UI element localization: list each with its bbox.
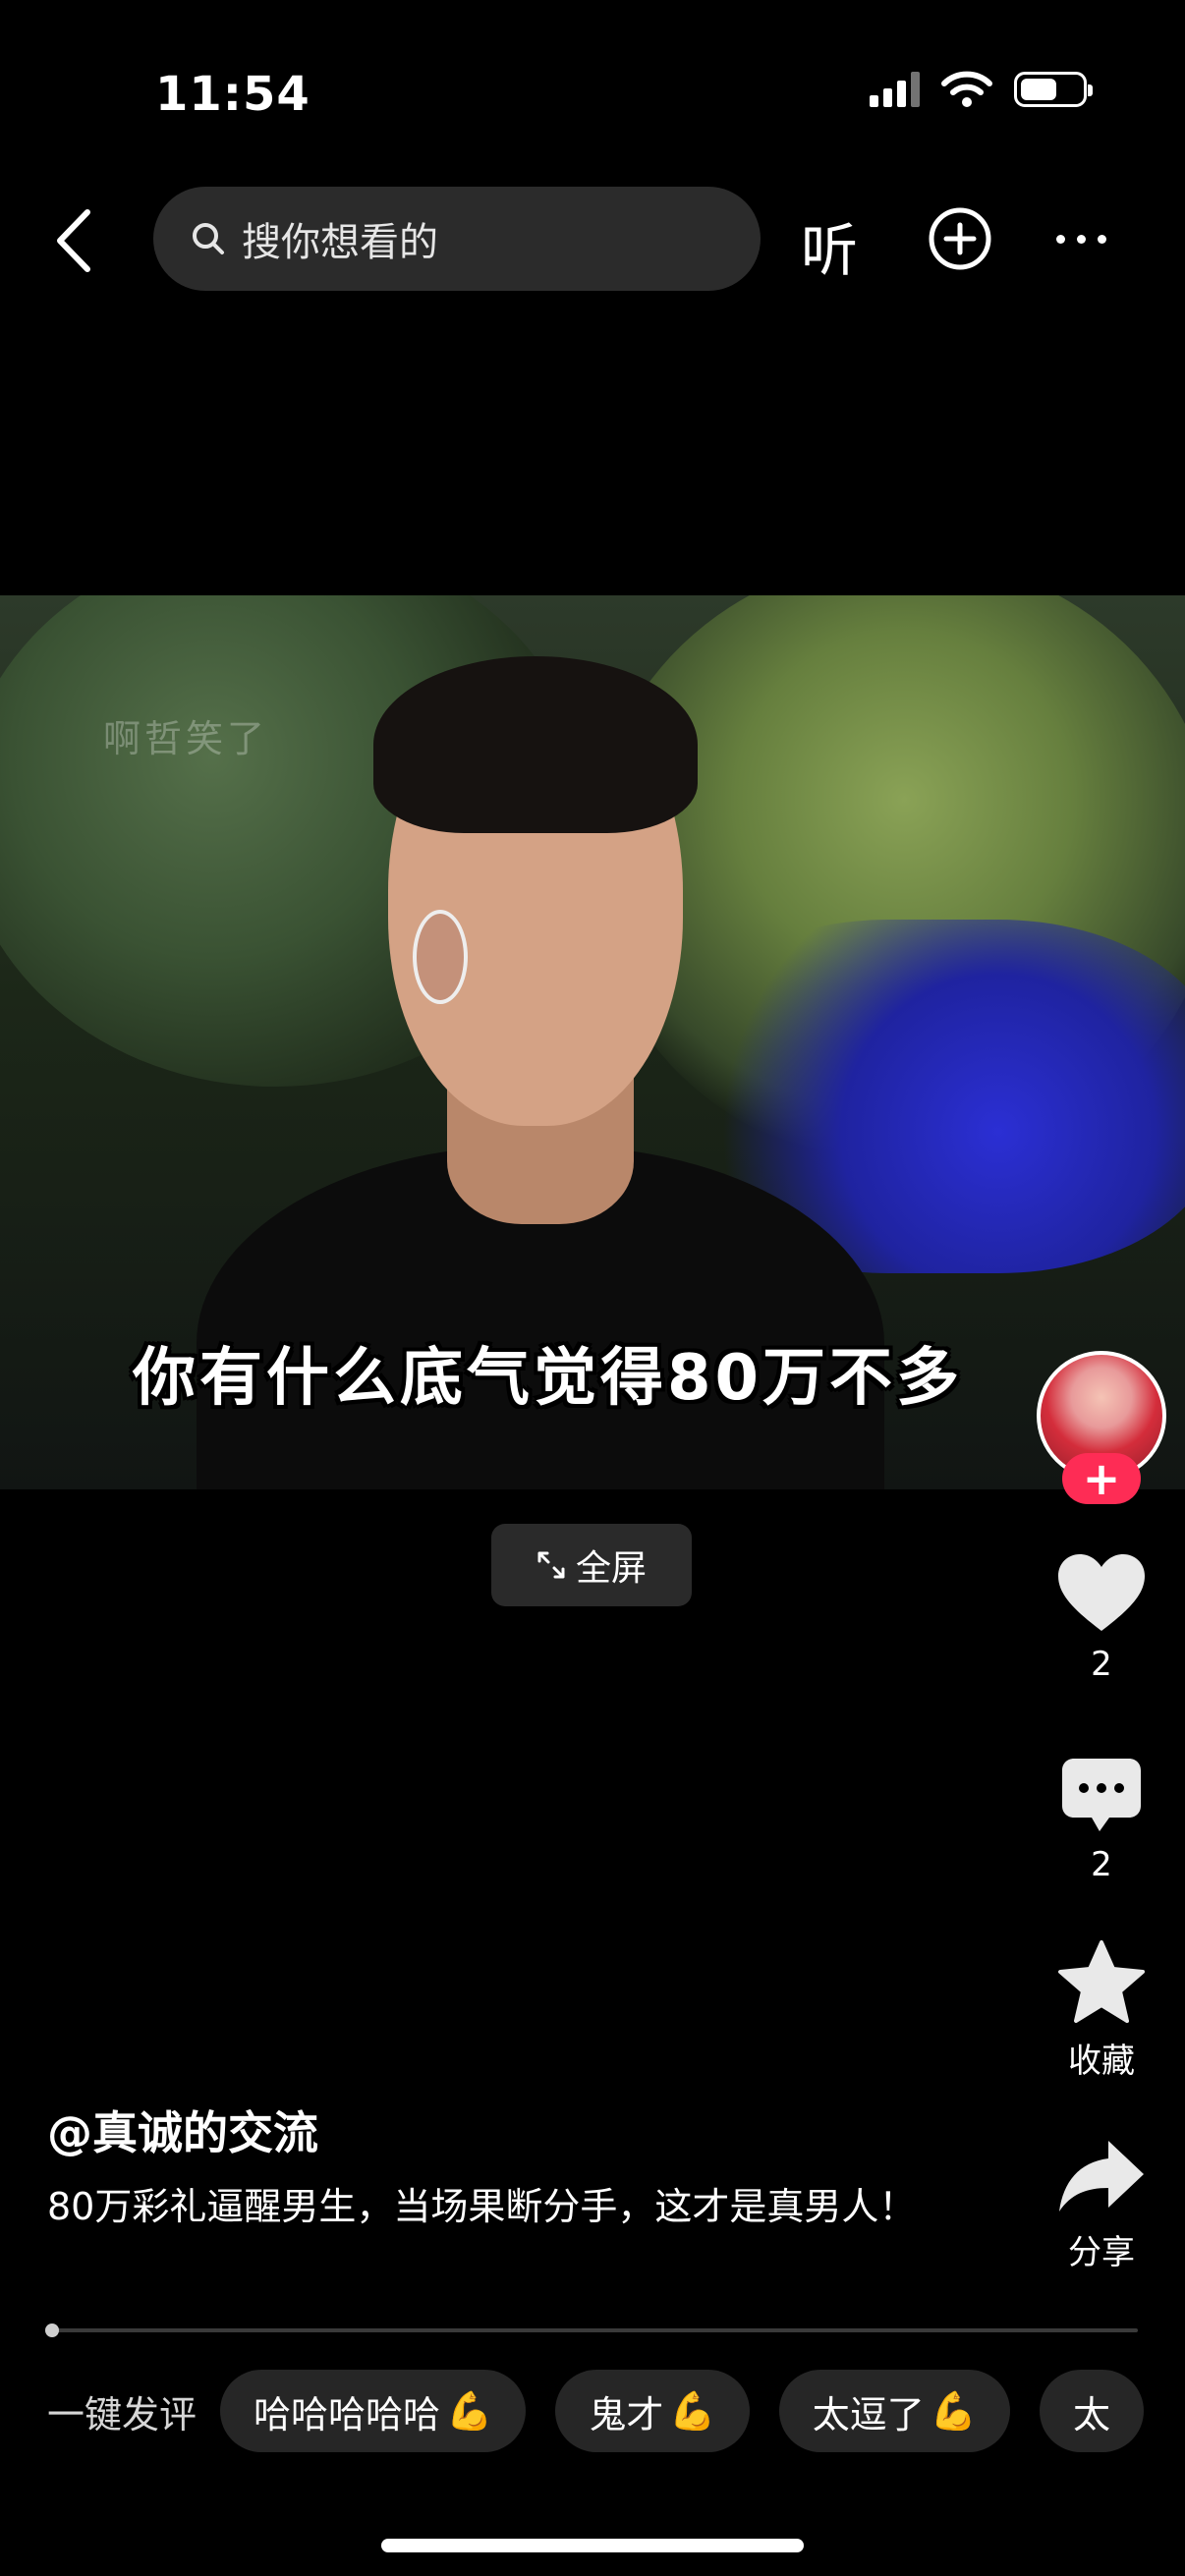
quick-comment-chip[interactable]: 太 bbox=[1040, 2370, 1145, 2452]
video-subtitle: 你有什么底气觉得80万不多 bbox=[133, 1342, 964, 1415]
quick-comment-chip[interactable]: 太逗了 💪 bbox=[778, 2370, 1011, 2452]
chevron-left-icon bbox=[57, 209, 90, 272]
video-progress-bar[interactable] bbox=[45, 2324, 1138, 2337]
video-person-hair bbox=[373, 656, 698, 833]
flexed-biceps-icon: 💪 bbox=[446, 2388, 493, 2433]
expand-icon bbox=[537, 1551, 565, 1579]
dot-icon bbox=[1098, 234, 1106, 244]
video-person-ear bbox=[413, 910, 468, 1004]
comment-count: 2 bbox=[1091, 1845, 1112, 1884]
favorite-label: 收藏 bbox=[1068, 2042, 1135, 2081]
plus-circle-icon bbox=[929, 207, 991, 270]
more-options-button[interactable] bbox=[1056, 221, 1121, 256]
flexed-biceps-icon: 💪 bbox=[669, 2388, 716, 2433]
share-label: 分享 bbox=[1068, 2233, 1135, 2272]
dot-icon bbox=[1077, 234, 1086, 244]
status-icons bbox=[870, 71, 1093, 108]
battery-level bbox=[1021, 79, 1056, 100]
chip-text: 鬼才 bbox=[589, 2392, 664, 2436]
quick-comment-chip[interactable]: 鬼才 💪 bbox=[555, 2370, 750, 2452]
progress-handle[interactable] bbox=[45, 2324, 59, 2337]
search-icon bbox=[193, 223, 224, 254]
author-avatar-group: + bbox=[1037, 1351, 1166, 1508]
fullscreen-button[interactable]: 全屏 bbox=[491, 1524, 692, 1606]
status-time: 11:54 bbox=[155, 67, 310, 122]
share-button[interactable]: 分享 bbox=[1042, 2137, 1161, 2273]
chip-text: 太 bbox=[1073, 2392, 1111, 2436]
quick-comment-chip[interactable]: 哈哈哈哈哈 💪 bbox=[220, 2370, 527, 2452]
star-icon bbox=[1058, 1940, 1145, 2023]
quick-comment-row: 一键发评 哈哈哈哈哈 💪 鬼才 💪 太逗了 💪 太 bbox=[47, 2370, 1173, 2452]
listen-button[interactable]: 听 bbox=[801, 204, 858, 287]
favorite-button[interactable]: 收藏 bbox=[1042, 1939, 1161, 2082]
follow-button[interactable]: + bbox=[1062, 1453, 1141, 1504]
video-player[interactable]: 啊哲笑了 你有什么底气觉得80万不多 bbox=[0, 595, 1185, 1489]
cellular-signal-icon bbox=[870, 72, 920, 107]
quick-comment-label: 一键发评 bbox=[47, 2392, 198, 2436]
home-indicator[interactable] bbox=[381, 2539, 804, 2552]
add-button[interactable] bbox=[928, 206, 992, 271]
fullscreen-label: 全屏 bbox=[575, 1548, 647, 1589]
search-placeholder: 搜你想看的 bbox=[242, 220, 438, 265]
video-feed-screen: 11:54 搜你想看的 听 啊哲笑了 你有什么底气觉得80万不多 全屏 + 2 … bbox=[0, 0, 1185, 2576]
video-watermark: 啊哲笑了 bbox=[103, 717, 269, 760]
comment-icon bbox=[1062, 1759, 1141, 1831]
dot-icon bbox=[1056, 234, 1065, 244]
like-count: 2 bbox=[1091, 1645, 1112, 1684]
comment-button[interactable]: 2 bbox=[1042, 1757, 1161, 1884]
search-input[interactable]: 搜你想看的 bbox=[153, 187, 761, 291]
back-button[interactable] bbox=[54, 201, 113, 280]
like-button[interactable]: 2 bbox=[1042, 1552, 1161, 1684]
flexed-biceps-icon: 💪 bbox=[930, 2388, 978, 2433]
wifi-icon bbox=[941, 71, 992, 107]
battery-icon bbox=[1014, 72, 1093, 107]
share-arrow-icon bbox=[1059, 2141, 1144, 2212]
chip-text: 太逗了 bbox=[812, 2392, 925, 2436]
author-name[interactable]: @真诚的交流 bbox=[47, 2098, 318, 2162]
heart-icon bbox=[1058, 1554, 1145, 1631]
chip-text: 哈哈哈哈哈 bbox=[254, 2392, 441, 2436]
video-description: 80万彩礼逼醒男生，当场果断分手，这才是真男人！ bbox=[47, 2185, 917, 2228]
